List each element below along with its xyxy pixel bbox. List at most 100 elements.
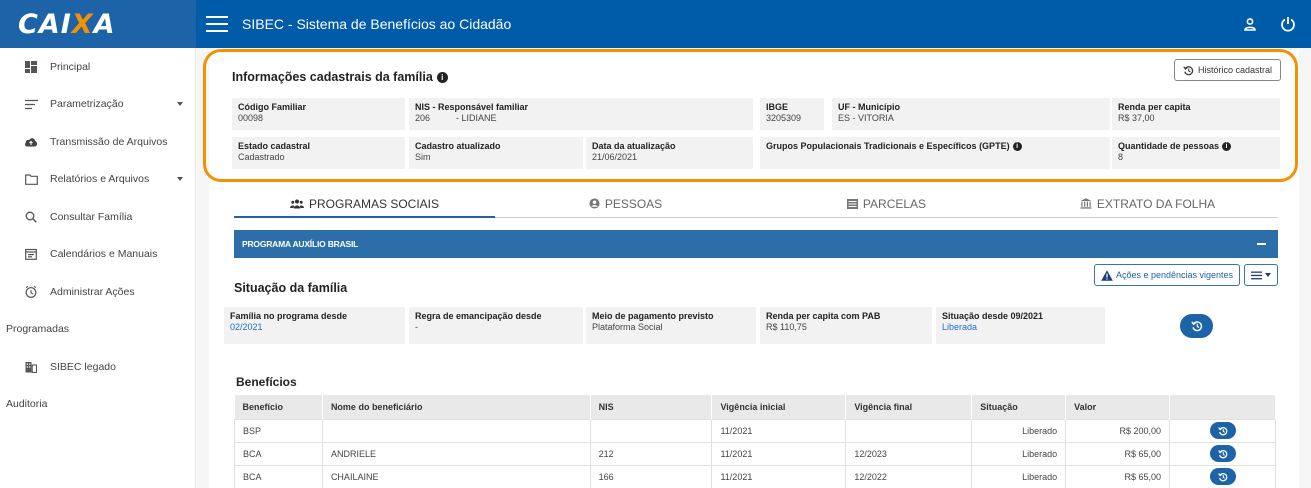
cell-situacao: Liberado [971,418,1067,443]
programa-header-bar[interactable]: PROGRAMA AUXÍLIO BRASIL [234,230,1278,258]
power-icon[interactable] [1279,15,1297,33]
caret-down-icon [1265,273,1271,277]
user-icon[interactable] [1241,15,1259,33]
app-title: SIBEC - Sistema de Benefícios ao Cidadão [242,16,512,32]
sidebar-item-label: Calendários e Manuais [50,248,158,261]
info-icon[interactable]: i [1012,141,1022,151]
cell-valor: R$ 65,00 [1065,464,1171,488]
cell-vigencia-inicial: 11/2021 [711,441,847,466]
beneficios-table: Benefício Nome do beneficiário NIS Vigên… [234,395,1276,488]
cell-nis: 166 [589,464,713,488]
sidebar-item-calendarios[interactable]: Calendários e Manuais [0,236,195,274]
cell-valor: R$ 65,00 [1065,441,1171,466]
cell-nome: ANDRIELE [321,441,591,466]
tab-programas-sociais[interactable]: PROGRAMAS SOCIAIS [234,190,495,218]
renda-per-capita-pab-field: Renda per capita com PAB R$ 110,75 [760,307,932,344]
codigo-familiar-field: Código Familiar 00098 [232,98,405,130]
info-icon[interactable]: i [436,71,448,83]
cell-beneficio: BCA [234,441,323,466]
sidebar: Principal Parametrização Transmissão de … [0,48,196,488]
column-header: Valor [1065,395,1171,419]
regra-emancipacao-field: Regra de emancipação desde - [409,307,583,344]
sidebar-item-administrar-acoes[interactable]: Administrar Ações [0,273,195,311]
top-bar: CAIXA SIBEC - Sistema de Benefícios ao C… [0,0,1311,48]
tab-extrato-da-folha[interactable]: EXTRATO DA FOLHA [1017,190,1278,217]
cell-vigencia-final: 12/2023 [845,441,973,466]
app-root: CAIXA SIBEC - Sistema de Benefícios ao C… [0,0,1311,488]
acoes-pendencias-button[interactable]: Ações e pendências vigentes [1094,264,1240,286]
sidebar-item-auditoria[interactable]: Auditoria [0,386,195,424]
uf-municipio-field: UF - Município ES - VITORIA [832,98,1110,130]
tab-pessoas[interactable]: PESSOAS [495,190,756,217]
sidebar-item-consultar-familia[interactable]: Consultar Família [0,198,195,236]
history-icon [1183,65,1194,75]
cloud-upload-icon [24,135,38,149]
cell-valor: R$ 200,00 [1065,418,1171,443]
hamburger-menu-icon[interactable] [206,16,228,32]
list-menu-button[interactable] [1244,264,1278,286]
history-icon [1217,449,1227,458]
person-circle-icon [589,198,600,209]
cell-actions [1169,464,1276,488]
data-atualizacao-field: Data da atualização 21/06/2021 [586,137,753,169]
situacao-familia-title: Situação da família [234,281,348,295]
sidebar-item-programadas[interactable]: Programadas [0,311,195,349]
tab-parcelas[interactable]: PARCELAS [756,190,1017,217]
sidebar-item-transmissao[interactable]: Transmissão de Arquivos [0,123,195,161]
column-header: Nome do beneficiário [322,395,591,419]
sidebar-item-principal[interactable]: Principal [0,48,195,86]
ibge-field: IBGE 3205309 [760,98,824,130]
table-row: BCA CHAILAINE 166 11/2021 12/2022 Libera… [234,464,1276,488]
cell-situacao: Liberado [971,464,1067,488]
history-row-button[interactable] [1209,422,1236,439]
renda-per-capita-field: Renda per capita R$ 37,00 [1112,98,1280,130]
cell-situacao: Liberado [971,441,1067,466]
historico-cadastral-button[interactable]: Histórico cadastral [1174,59,1281,81]
history-icon [1190,321,1202,332]
warning-icon [1101,269,1113,281]
sidebar-item-label: Relatórios e Arquivos [50,173,150,186]
table-row: BSP 11/2021 Liberado R$ 200,00 [234,418,1276,443]
sidebar-item-label: Principal [50,60,91,73]
beneficios-title: Benefícios [236,375,297,389]
family-info-title: Informações cadastrais da família i [232,70,448,84]
sidebar-item-label: Administrar Ações [50,285,135,298]
gpte-field: Grupos Populacionais Tradicionais e Espe… [760,137,1110,169]
collapse-icon[interactable] [1257,243,1266,245]
column-header: Situação [971,395,1067,419]
column-header [1169,395,1276,419]
column-header: Benefício [234,395,323,419]
sidebar-item-label: Consultar Família [50,210,133,223]
bank-icon [1080,198,1092,209]
cell-actions [1169,418,1276,443]
filter-lines-icon [24,97,38,111]
cell-nome: CHAILAINE [321,464,591,488]
calendar-icon [24,247,38,261]
cadastro-atualizado-field: Cadastro atualizado Sim [409,137,583,169]
sidebar-item-relatorios[interactable]: Relatórios e Arquivos [0,161,195,199]
cell-vigencia-final: 12/2022 [845,464,973,488]
estado-cadastral-field: Estado cadastral Cadastrado [232,137,405,169]
chevron-down-icon [177,102,183,107]
sidebar-item-parametrizacao[interactable]: Parametrização [0,86,195,124]
cell-vigencia-final [845,418,973,443]
history-row-button[interactable] [1209,468,1236,485]
cell-nome [321,418,591,443]
sidebar-item-sibec-legado[interactable]: SIBEC legado [0,348,195,386]
cell-nis [589,418,713,443]
building-icon [24,360,38,374]
search-icon [24,210,38,224]
cell-actions [1169,441,1276,466]
users-icon [289,199,304,208]
quantidade-pessoas-field: Quantidade de pessoas i 8 [1112,137,1280,169]
history-row-button[interactable] [1209,445,1236,462]
historico-situacao-button[interactable] [1180,314,1213,338]
sidebar-item-label: Auditoria [6,398,48,411]
caixa-logo[interactable]: CAIXA [18,9,116,40]
column-header: Vigência final [845,395,973,419]
sidebar-item-label: Parametrização [50,98,124,111]
table-header-row: Benefício Nome do beneficiário NIS Vigên… [234,395,1276,419]
column-header: Vigência inicial [711,395,847,419]
sidebar-item-label: Programadas [6,323,70,336]
info-icon[interactable]: i [1222,141,1232,151]
